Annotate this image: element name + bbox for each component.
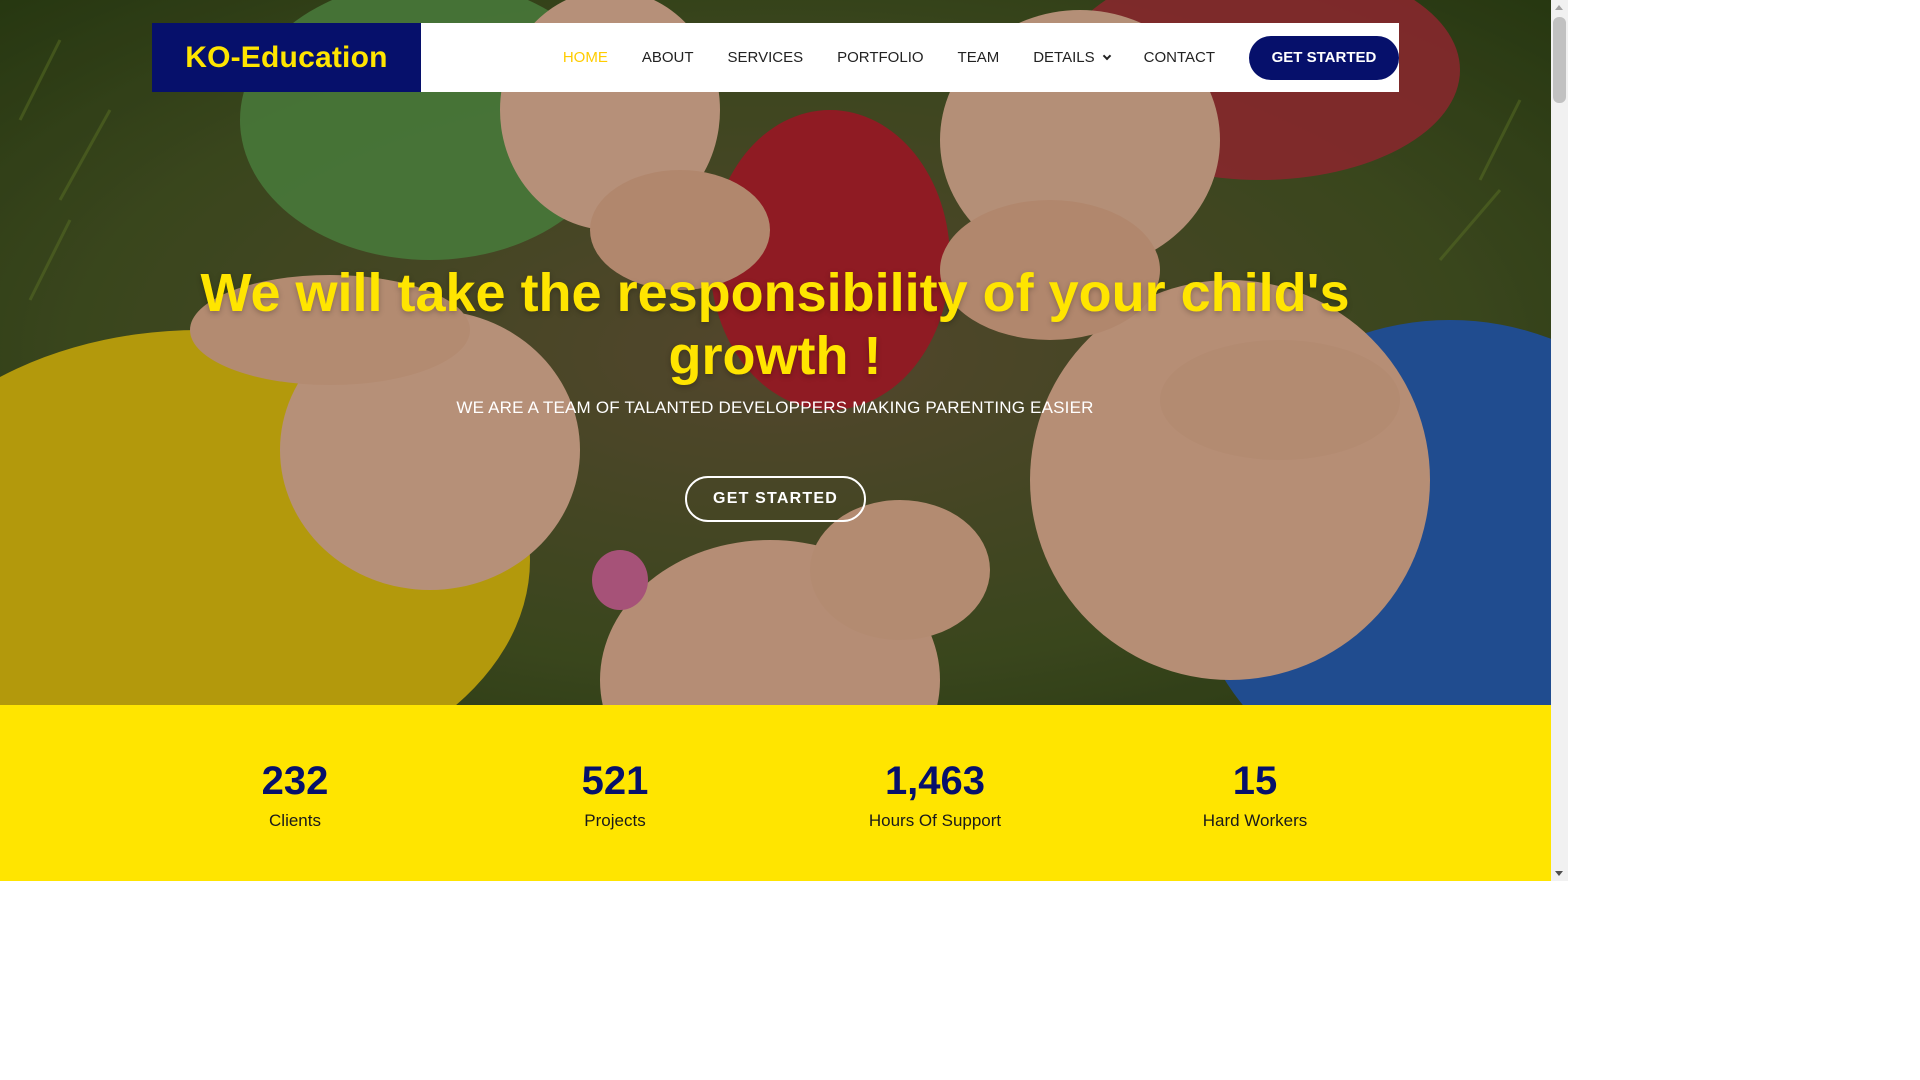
page-scrollbar[interactable] [1551,0,1568,881]
nav-services[interactable]: SERVICES [728,49,804,66]
main-nav: HOME ABOUT SERVICES PORTFOLIO TEAM DETAI… [563,23,1399,92]
stat-value: 1,463 [884,759,986,803]
stat-label: Hours Of Support [868,811,1002,830]
stat-value: 232 [261,759,329,803]
nav-details-label: DETAILS [1033,49,1095,66]
stat-hours-of-support: 1,463 Hours Of Support [785,757,1085,831]
stat-clients: 232 Clients [145,757,445,831]
chevron-down-icon [1102,51,1111,60]
scroll-thumb[interactable] [1553,17,1566,103]
stat-value: 15 [1232,759,1278,803]
stats-section: 232 Clients 521 Projects 1,463 Hours Of … [0,705,1551,881]
stat-value: 521 [581,759,649,803]
stat-label: Projects [584,811,646,830]
stat-label: Clients [269,811,321,830]
nav-contact[interactable]: CONTACT [1144,49,1215,66]
stat-hard-workers: 15 Hard Workers [1105,757,1405,831]
scroll-down-icon[interactable] [1555,871,1563,876]
hero-get-started-button[interactable]: GET STARTED [685,476,866,522]
scroll-up-icon[interactable] [1555,5,1563,10]
nav-about[interactable]: ABOUT [642,49,694,66]
stat-projects: 521 Projects [465,757,765,831]
nav-team[interactable]: TEAM [958,49,1000,66]
nav-portfolio[interactable]: PORTFOLIO [837,49,923,66]
hero-section: KO-Education HOME ABOUT SERVICES PORTFOL… [0,0,1551,705]
logo[interactable]: KO-Education [152,23,421,92]
get-started-button[interactable]: GET STARTED [1249,35,1399,80]
site-header: KO-Education HOME ABOUT SERVICES PORTFOL… [152,23,1399,92]
hero-title: We will take the responsibility of your … [200,263,1350,386]
logo-text: KO-Education [185,40,388,74]
stat-label: Hard Workers [1202,811,1308,830]
hero-subtitle: WE ARE A TEAM OF TALANTED DEVELOPPERS MA… [456,398,1094,417]
nav-home[interactable]: HOME [563,49,608,66]
nav-details[interactable]: DETAILS [1033,49,1111,66]
page: KO-Education HOME ABOUT SERVICES PORTFOL… [0,0,1568,881]
